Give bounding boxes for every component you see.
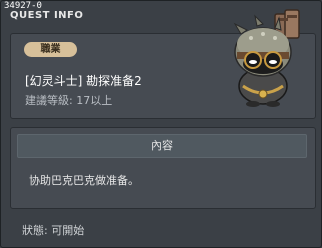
quest-info-window: 34927-0 QUEST INFO 職業 [幻灵斗士] 勘探准备2 建議等級:… <box>0 0 322 248</box>
quest-name: [幻灵斗士] 勘探准备2 <box>25 74 142 88</box>
content-header: 內容 <box>17 134 307 158</box>
quest-status: 狀態: 可開始 <box>22 224 85 237</box>
window-title: QUEST INFO <box>10 10 84 21</box>
quest-content-panel: 內容 协助巴克巴克做准备。 <box>10 127 316 209</box>
required-level: 建議等級: 17以上 <box>25 94 113 107</box>
content-text: 协助巴克巴克做准备。 <box>29 174 139 187</box>
job-badge: 職業 <box>24 42 77 57</box>
npc-portrait-icon <box>233 9 300 107</box>
